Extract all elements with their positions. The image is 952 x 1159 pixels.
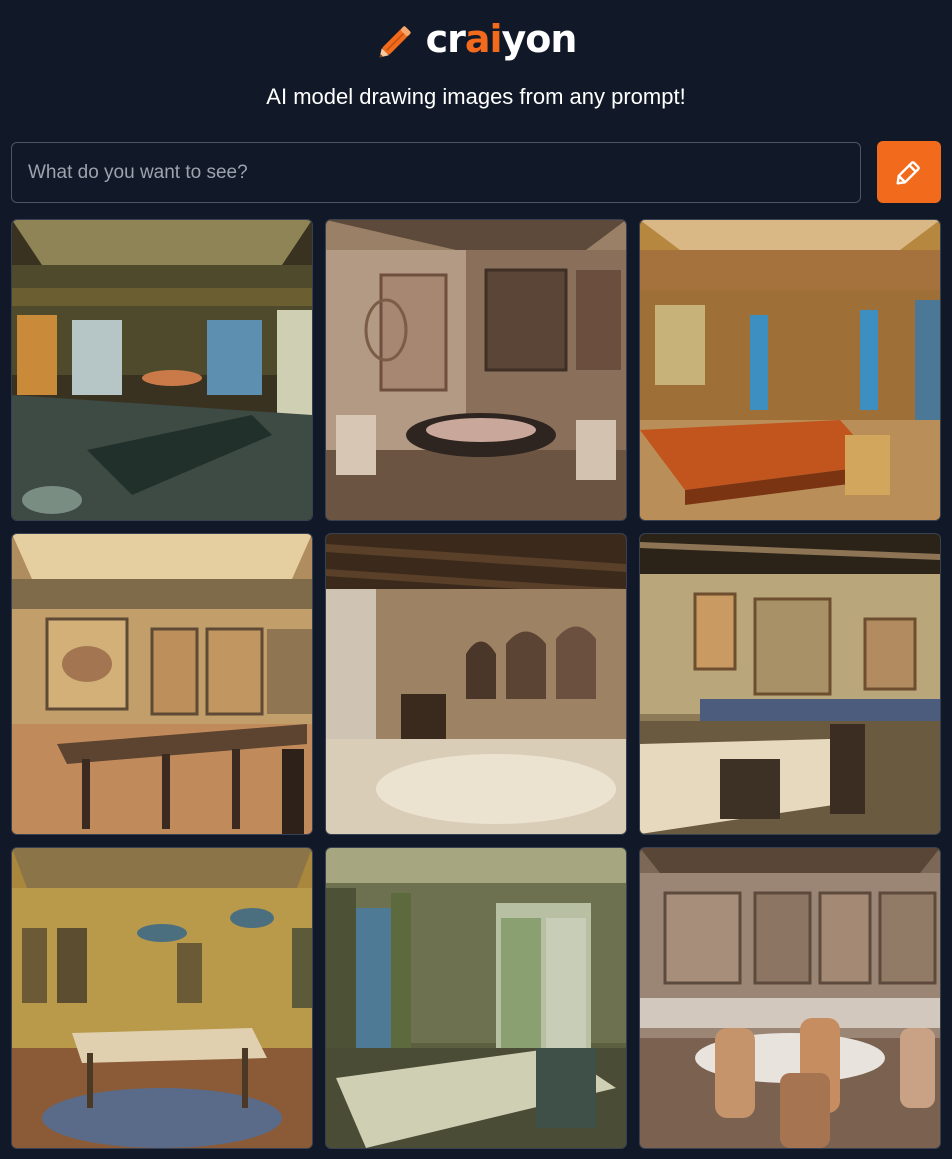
tagline: AI model drawing images from any prompt!	[266, 84, 686, 109]
result-image[interactable]	[325, 533, 627, 835]
craiyon-page: craiyon AI model drawing images from any…	[0, 0, 952, 1159]
pencil-logo-icon	[379, 26, 411, 58]
draw-button[interactable]	[877, 141, 941, 203]
result-image[interactable]	[639, 847, 941, 1149]
pencil-icon	[896, 161, 920, 185]
results-grid	[11, 219, 941, 1149]
logo-wordmark: craiyon	[425, 17, 578, 61]
logo-text-accent: ai	[464, 17, 503, 61]
craiyon-logo[interactable]: craiyon	[0, 14, 952, 64]
logo-text-start: cr	[425, 17, 466, 61]
result-image[interactable]	[639, 219, 941, 521]
result-image[interactable]	[11, 219, 313, 521]
logo-text-end: yon	[501, 17, 578, 61]
result-image[interactable]	[325, 219, 627, 521]
result-image[interactable]	[325, 847, 627, 1149]
result-image[interactable]	[11, 847, 313, 1149]
result-image[interactable]	[11, 533, 313, 835]
prompt-input[interactable]	[11, 142, 861, 203]
result-image[interactable]	[639, 533, 941, 835]
